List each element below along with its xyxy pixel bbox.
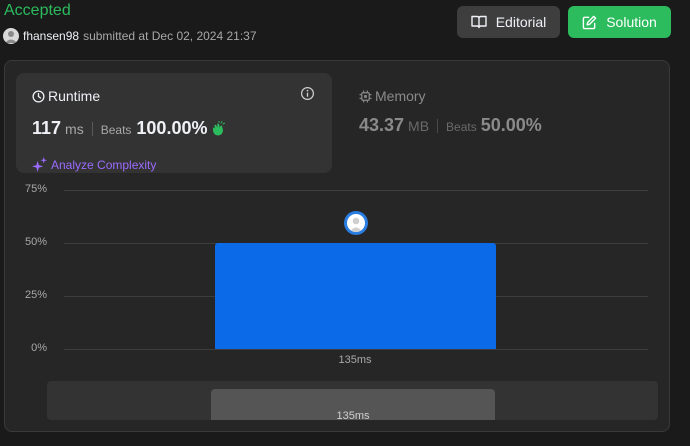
y-tick-label: 25%	[24, 289, 47, 301]
book-icon	[471, 15, 487, 29]
user-avatar[interactable]	[3, 28, 19, 44]
scrollbar-label: 135ms	[336, 410, 370, 420]
y-tick-label: 0%	[31, 342, 47, 354]
memory-value: 43.37	[359, 115, 405, 135]
distribution-bar[interactable]	[215, 243, 496, 349]
solution-label: Solution	[606, 14, 657, 30]
beats-label: Beats	[100, 123, 132, 137]
memory-title-label: Memory	[375, 88, 426, 104]
editorial-label: Editorial	[495, 14, 547, 30]
divider	[437, 118, 439, 133]
memory-card[interactable]: Memory 43.37 MB Beats 50.00%	[359, 88, 542, 136]
username[interactable]: fhansen98	[23, 29, 79, 43]
divider	[91, 121, 93, 136]
grid-line	[64, 190, 648, 191]
editorial-button[interactable]: Editorial	[457, 6, 560, 38]
info-icon[interactable]	[300, 86, 315, 101]
avatar-icon	[349, 217, 363, 232]
avatar-icon	[5, 31, 17, 43]
clapping-hands-icon	[213, 120, 226, 135]
chip-icon	[359, 89, 372, 103]
runtime-title: Runtime	[32, 88, 100, 104]
runtime-beats-percent: 100.00%	[136, 118, 208, 138]
grid-line	[64, 349, 648, 350]
scrollbar-thumb[interactable]: 135ms	[211, 389, 495, 420]
runtime-stats: 117 ms Beats 100.00%	[32, 118, 226, 139]
y-tick-label: 50%	[24, 236, 47, 248]
x-tick-label: 135ms	[338, 354, 372, 366]
analyze-complexity-label: Analyze Complexity	[51, 157, 157, 172]
memory-unit: MB	[408, 118, 430, 134]
runtime-value: 117	[32, 118, 62, 138]
edit-icon	[582, 15, 597, 29]
chart-range-scrollbar[interactable]: 135ms	[47, 381, 658, 420]
runtime-title-label: Runtime	[48, 88, 101, 104]
analyze-complexity-link[interactable]: Analyze Complexity	[32, 157, 156, 172]
clock-icon	[32, 89, 45, 103]
memory-title: Memory	[359, 88, 542, 104]
solution-button[interactable]: Solution	[568, 6, 671, 38]
submission-status: Accepted	[4, 2, 71, 19]
runtime-card[interactable]: Runtime 117 ms Beats 100.00% Analyze Com…	[16, 73, 332, 173]
y-tick-label: 75%	[24, 183, 47, 195]
marker-avatar	[347, 214, 365, 232]
sparkle-icon	[32, 157, 47, 172]
memory-beats-label: Beats	[446, 120, 477, 134]
submitted-time: submitted at Dec 02, 2024 21:37	[83, 29, 257, 43]
memory-stats: 43.37 MB Beats 50.00%	[359, 115, 542, 136]
memory-beats-percent: 50.00%	[480, 115, 542, 135]
runtime-unit: ms	[65, 121, 84, 137]
your-submission-marker[interactable]	[344, 211, 368, 235]
submission-info: fhansen98 submitted at Dec 02, 2024 21:3…	[3, 27, 257, 45]
